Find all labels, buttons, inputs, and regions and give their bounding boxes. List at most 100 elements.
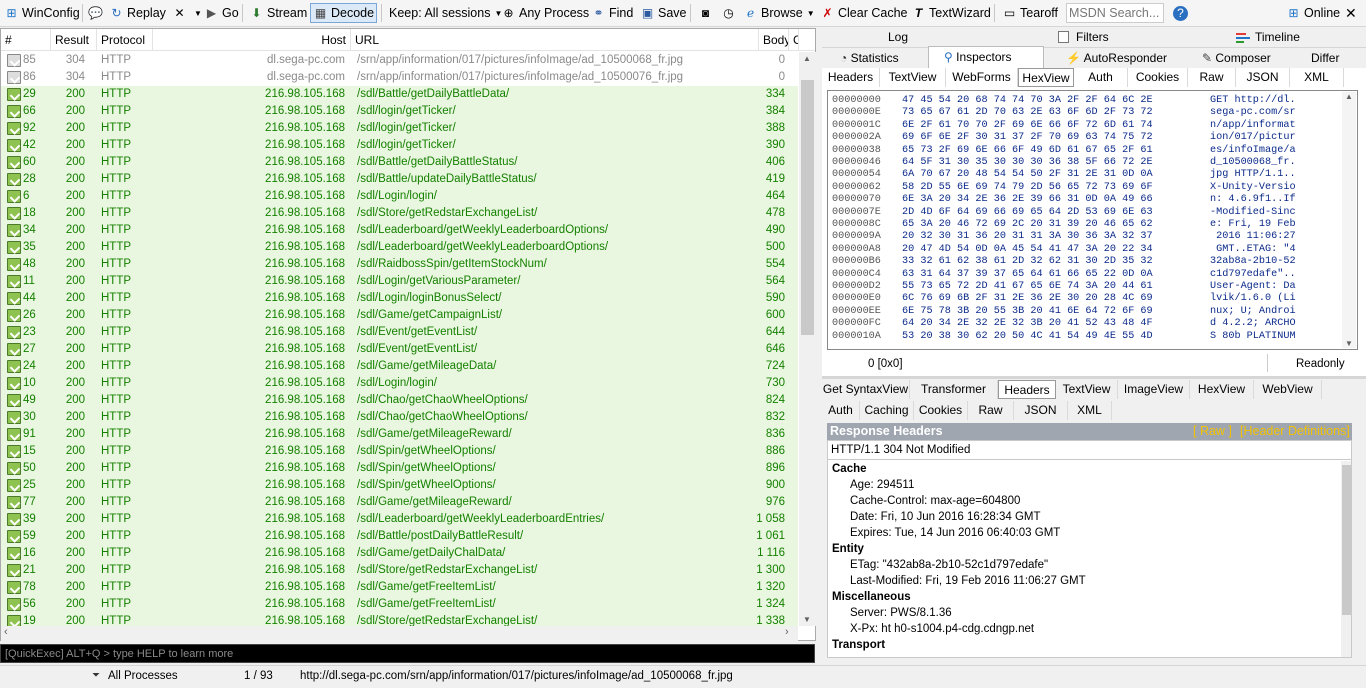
tab-request-auth[interactable]: Auth (1074, 68, 1128, 87)
table-row[interactable]: 50 200 HTTP 216.98.105.168/sdl/Spin/getWhee… (1, 460, 798, 477)
raw-link[interactable]: [ Raw ] (1193, 423, 1232, 440)
header-group-name[interactable]: Cache (832, 463, 867, 475)
tab-request-textview[interactable]: TextView (880, 68, 946, 87)
tab-response-json[interactable]: JSON (1014, 401, 1068, 420)
table-row[interactable]: 35 200 HTTP 216.98.105.168/sdl/Leaderboard/… (1, 239, 798, 256)
scroll-left-icon[interactable]: ‹ (4, 626, 8, 638)
tab-response-xml[interactable]: XML (1068, 401, 1112, 420)
table-row[interactable]: 59 200 HTTP 216.98.105.168/sdl/Battle/postD… (1, 528, 798, 545)
column-header-url[interactable]: URL (351, 29, 759, 51)
table-row[interactable]: 18 200 HTTP 216.98.105.168/sdl/Store/getRed… (1, 205, 798, 222)
tab-differ[interactable]: Differ (1311, 49, 1339, 68)
go-button[interactable]: ▶ Go (202, 3, 241, 23)
tab-request-cookies[interactable]: Cookies (1128, 68, 1188, 87)
close-icon[interactable]: ✕ (1343, 3, 1359, 23)
decode-button[interactable]: ▦ Decode (310, 3, 378, 23)
table-row[interactable]: 44 200 HTTP 216.98.105.168/sdl/Login/loginB… (1, 290, 798, 307)
header-item[interactable]: Server: PWS/8.1.36 (850, 607, 952, 619)
tab-response-headers[interactable]: Headers (998, 380, 1056, 399)
screenshot-button[interactable]: ◙ (696, 3, 718, 23)
sessions-vertical-scrollbar[interactable]: ▲ ▼ (799, 52, 816, 626)
table-row[interactable]: 16 200 HTTP 216.98.105.168/sdl/Game/getDail… (1, 545, 798, 562)
process-filter[interactable]: All Processes (108, 670, 178, 682)
winconfig-button[interactable]: ⊞ WinConfig (2, 3, 82, 23)
table-row[interactable]: 56 200 HTTP 216.98.105.168/sdl/Game/getFree… (1, 596, 798, 613)
header-definitions-link[interactable]: [Header Definitions] (1240, 423, 1350, 440)
column-header-result[interactable]: Result (51, 29, 97, 51)
remove-button[interactable]: ✕ ▼ (170, 3, 204, 23)
table-row[interactable]: 19 200 HTTP 216.98.105.168/sdl/Store/getRed… (1, 613, 798, 626)
tab-request-json[interactable]: JSON (1236, 68, 1290, 87)
tab-response-imageview[interactable]: ImageView (1118, 380, 1190, 399)
table-row[interactable]: 23 200 HTTP 216.98.105.168/sdl/Event/getEve… (1, 324, 798, 341)
tab-request-webforms[interactable]: WebForms (946, 68, 1018, 87)
header-item[interactable]: Expires: Tue, 14 Jun 2016 06:40:03 GMT (850, 527, 1060, 539)
stream-button[interactable]: ⬇ Stream (247, 3, 309, 23)
any-process-button[interactable]: ⊕ Any Process (499, 3, 591, 23)
column-header-caching[interactable]: C (789, 29, 799, 51)
table-row[interactable]: 34 200 HTTP 216.98.105.168/sdl/Leaderboard/… (1, 222, 798, 239)
inspector-splitter[interactable] (822, 376, 1366, 379)
table-row[interactable]: 85 304 HTTP dl.sega-pc.com/srn/app/informat… (1, 52, 798, 69)
tab-request-headers[interactable]: Headers (822, 68, 880, 87)
table-row[interactable]: 49 200 HTTP 216.98.105.168/sdl/Chao/getChao… (1, 392, 798, 409)
header-group-name[interactable]: Transport (832, 639, 885, 651)
table-row[interactable]: 30 200 HTTP 216.98.105.168/sdl/Chao/getChao… (1, 409, 798, 426)
timer-button[interactable]: ◷ (719, 3, 741, 23)
table-row[interactable]: 21 200 HTTP 216.98.105.168/sdl/Store/getRed… (1, 562, 798, 579)
scroll-down-icon[interactable]: ▼ (1345, 339, 1353, 348)
help-button[interactable]: ? (1171, 3, 1193, 23)
hexview-content[interactable]: 00000000 47 45 54 20 68 74 74 70 3A 2F 2F… (827, 90, 1358, 350)
tab-response-textview[interactable]: TextView (1056, 380, 1118, 399)
scroll-up-icon[interactable]: ▲ (803, 54, 811, 63)
save-button[interactable]: ▣ Save (638, 3, 689, 23)
scroll-down-icon[interactable]: ▼ (803, 615, 811, 624)
table-row[interactable]: 25 200 HTTP 216.98.105.168/sdl/Spin/getWhee… (1, 477, 798, 494)
table-row[interactable]: 39 200 HTTP 216.98.105.168/sdl/Leaderboard/… (1, 511, 798, 528)
headers-scrollbar[interactable] (1341, 461, 1351, 657)
replay-button[interactable]: ↻ Replay (107, 3, 168, 23)
table-row[interactable]: 26 200 HTTP 216.98.105.168/sdl/Game/getCamp… (1, 307, 798, 324)
column-header-protocol[interactable]: Protocol (97, 29, 153, 51)
browse-button[interactable]: ℯ Browse ▼ (741, 3, 817, 23)
table-row[interactable]: 28 200 HTTP 216.98.105.168/sdl/Battle/updat… (1, 171, 798, 188)
table-row[interactable]: 24 200 HTTP 216.98.105.168/sdl/Game/getMile… (1, 358, 798, 375)
header-group-name[interactable]: Entity (832, 543, 864, 555)
table-row[interactable]: 78 200 HTTP 216.98.105.168/sdl/Game/getFree… (1, 579, 798, 596)
quickexec-input[interactable]: [QuickExec] ALT+Q > type HELP to learn m… (0, 644, 815, 663)
table-row[interactable]: 6 200 HTTP 216.98.105.168/sdl/Login/login/4… (1, 188, 798, 205)
tab-log[interactable]: Log (822, 28, 928, 47)
tab-request-hexview[interactable]: HexView (1018, 68, 1074, 87)
tab-timeline[interactable]: Timeline (1255, 28, 1300, 47)
table-row[interactable]: 27 200 HTTP 216.98.105.168/sdl/Event/getEve… (1, 341, 798, 358)
header-item[interactable]: Date: Fri, 10 Jun 2016 16:28:34 GMT (850, 511, 1041, 523)
header-item[interactable]: Cache-Control: max-age=604800 (850, 495, 1020, 507)
tab-response-get-syntaxview[interactable]: Get SyntaxView (822, 380, 910, 399)
tab-response-hexview[interactable]: HexView (1190, 380, 1254, 399)
tab-response-raw[interactable]: Raw (968, 401, 1014, 420)
tab-response-cookies[interactable]: Cookies (914, 401, 968, 420)
header-item[interactable]: ETag: "432ab8a-2b10-52c1d797edafe" (850, 559, 1048, 571)
tab-request-xml[interactable]: XML (1290, 68, 1344, 87)
hexview-scrollbar[interactable]: ▲ ▼ (1342, 92, 1356, 348)
tab-filters[interactable] (928, 28, 1069, 47)
table-row[interactable]: 92 200 HTTP 216.98.105.168/sdl/login/getTic… (1, 120, 798, 137)
table-row[interactable]: 66 200 HTTP 216.98.105.168/sdl/login/getTic… (1, 103, 798, 120)
header-item[interactable]: Age: 294511 (850, 479, 914, 491)
msdn-search-input[interactable]: MSDN Search... (1066, 3, 1164, 23)
column-header-body[interactable]: Body (759, 29, 789, 51)
table-row[interactable]: 29 200 HTTP 216.98.105.168/sdl/Battle/getDa… (1, 86, 798, 103)
sessions-horizontal-scrollbar[interactable]: ‹ › (1, 626, 798, 641)
scroll-right-icon[interactable]: › (785, 626, 789, 638)
tab-request-raw[interactable]: Raw (1188, 68, 1236, 87)
table-row[interactable]: 77 200 HTTP 216.98.105.168/sdl/Game/getMile… (1, 494, 798, 511)
tab-inspectors[interactable]: ⚲ Inspectors (928, 46, 1044, 68)
header-group-name[interactable]: Miscellaneous (832, 591, 911, 603)
filters-checkbox[interactable] (1058, 31, 1069, 43)
online-indicator[interactable]: ⊞ Online (1284, 3, 1342, 23)
table-row[interactable]: 48 200 HTTP 216.98.105.168/sdl/RaidbossSpin… (1, 256, 798, 273)
table-row[interactable]: 10 200 HTTP 216.98.105.168/sdl/Login/login/… (1, 375, 798, 392)
textwizard-button[interactable]: T TextWizard (909, 3, 993, 23)
scrollbar-thumb[interactable] (801, 80, 814, 335)
tab-statistics[interactable]: ◔ Statistics (840, 49, 899, 68)
